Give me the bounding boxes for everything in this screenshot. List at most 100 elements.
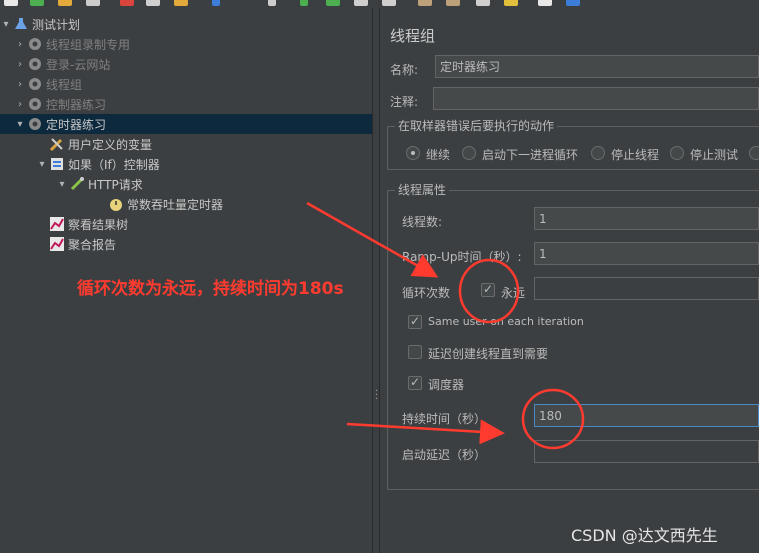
tree-item-label: 察看结果树 [68, 217, 129, 232]
tree-item-timer-practice[interactable]: ▾ 定时器练习 [0, 114, 372, 134]
same-user-checkbox[interactable] [408, 314, 422, 329]
name-label: 名称: [390, 63, 419, 77]
tree-item-label: 线程组录制专用 [46, 37, 131, 52]
tree-item-label: HTTP请求 [88, 177, 143, 192]
scheduler-label: 调度器 [428, 378, 465, 392]
stop-test-now-radio[interactable] [749, 146, 759, 160]
reset-search-icon[interactable] [504, 0, 518, 6]
search-icon[interactable] [476, 0, 490, 6]
copy-icon[interactable] [146, 0, 160, 6]
threads-field[interactable]: 1 [534, 207, 759, 230]
thread-group-panel: 线程组 名称: 定时器练习 注释: 在取样器错误后要执行的动作 继续 启动下一进… [381, 8, 759, 553]
loop-count-field[interactable] [534, 277, 759, 300]
forever-label: 永远 [501, 286, 526, 300]
stop-thread-label: 停止线程 [611, 148, 660, 162]
panel-title: 线程组 [390, 27, 436, 45]
gear-icon [26, 96, 44, 112]
expand-icon[interactable] [212, 0, 220, 6]
stop-icon[interactable] [354, 0, 368, 6]
collapse-arrow-icon[interactable]: › [14, 78, 26, 90]
expand-arrow-icon[interactable]: ▾ [0, 18, 12, 30]
templates-icon[interactable] [30, 0, 44, 6]
collapse-arrow-icon[interactable]: › [14, 58, 26, 70]
controller-icon [48, 156, 66, 172]
delay-create-checkbox[interactable] [408, 345, 422, 359]
startup-delay-field[interactable] [534, 440, 759, 463]
watermark: CSDN @达文西先生 [571, 526, 718, 545]
clear-all-icon[interactable] [446, 0, 460, 6]
startup-delay-label: 启动延迟（秒） [402, 448, 487, 462]
expand-arrow-icon[interactable]: ▾ [14, 118, 26, 130]
open-icon[interactable] [58, 0, 72, 6]
pipette-icon [68, 176, 86, 192]
paste-icon[interactable] [174, 0, 188, 6]
comment-label: 注释: [390, 95, 419, 109]
tree-item-view-results-tree[interactable]: 察看结果树 [36, 214, 128, 234]
gear-icon [26, 56, 44, 72]
cut-icon[interactable] [120, 0, 134, 6]
duration-field[interactable]: 180 [534, 404, 759, 427]
tree-item-user-variables[interactable]: 用户定义的变量 [36, 134, 152, 154]
thread-properties-title: 线程属性 [395, 181, 450, 198]
function-helper-icon[interactable] [538, 0, 552, 6]
shutdown-icon[interactable] [382, 0, 396, 6]
tree-item-test-plan[interactable]: ▾ 测试计划 [0, 14, 80, 34]
start-icon[interactable] [300, 0, 308, 6]
tree-item-constant-throughput-timer[interactable]: 常数吞吐量定时器 [95, 194, 223, 214]
chart-icon [48, 216, 66, 232]
toggle-icon[interactable] [268, 0, 276, 6]
divider-grip-icon[interactable]: · · · [375, 387, 378, 405]
delay-create-label: 延迟创建线程直到需要 [428, 347, 549, 361]
stop-test-radio[interactable] [670, 146, 684, 160]
split-divider[interactable]: · · · [372, 8, 380, 553]
rampup-label: Ramp-Up时间（秒）: [402, 250, 522, 264]
save-icon[interactable] [86, 0, 100, 6]
clear-icon[interactable] [418, 0, 432, 6]
tree-item-http-request[interactable]: ▾ HTTP请求 [56, 174, 143, 194]
flask-icon [12, 16, 30, 32]
gear-icon [26, 36, 44, 52]
help-icon[interactable] [566, 0, 580, 6]
start-no-pause-icon[interactable] [326, 0, 340, 6]
gear-icon [26, 76, 44, 92]
tree-item-label: 如果（If）控制器 [68, 157, 160, 172]
tree-item-thread-group[interactable]: › 线程组 [14, 74, 82, 94]
name-field[interactable]: 定时器练习 [435, 55, 759, 78]
tree-item-thread-group-recording[interactable]: › 线程组录制专用 [14, 34, 130, 54]
tree-item-label: 定时器练习 [46, 117, 107, 132]
tree-item-label: 控制器练习 [46, 97, 107, 112]
annotation-text: 循环次数为永远，持续时间为180s [77, 279, 344, 299]
continue-label: 继续 [426, 148, 451, 162]
tree-item-aggregate-report[interactable]: 聚合报告 [36, 234, 116, 254]
comment-field[interactable] [433, 87, 759, 110]
tree-item-if-controller[interactable]: ▾ 如果（If）控制器 [36, 154, 160, 174]
rampup-field[interactable]: 1 [534, 242, 759, 265]
continue-radio[interactable] [406, 146, 420, 160]
chart-icon [48, 236, 66, 252]
tree-item-label: 登录-云网站 [46, 57, 111, 72]
forever-checkbox[interactable] [481, 282, 495, 297]
start-next-loop-label: 启动下一进程循环 [482, 148, 579, 162]
threads-label: 线程数: [402, 215, 443, 229]
error-action-title: 在取样器错误后要执行的动作 [395, 117, 558, 134]
collapse-arrow-icon[interactable]: › [14, 38, 26, 50]
expand-arrow-icon[interactable]: ▾ [36, 158, 48, 170]
scheduler-checkbox[interactable] [408, 375, 422, 390]
loop-count-label: 循环次数 [402, 286, 451, 300]
tree-item-label: 用户定义的变量 [68, 137, 153, 152]
duration-label: 持续时间（秒） [402, 412, 487, 426]
start-next-loop-radio[interactable] [462, 146, 476, 160]
stop-thread-radio[interactable] [591, 146, 605, 160]
expand-arrow-icon[interactable]: ▾ [56, 178, 68, 190]
same-user-label: Same user on each iteration [428, 315, 584, 328]
collapse-arrow-icon[interactable]: › [14, 98, 26, 110]
stop-test-label: 停止测试 [690, 148, 739, 162]
tree-item-login-cloud[interactable]: › 登录-云网站 [14, 54, 110, 74]
new-icon[interactable] [4, 0, 18, 6]
tree-item-controller-practice[interactable]: › 控制器练习 [14, 94, 106, 114]
tree-item-label: 测试计划 [32, 17, 81, 32]
